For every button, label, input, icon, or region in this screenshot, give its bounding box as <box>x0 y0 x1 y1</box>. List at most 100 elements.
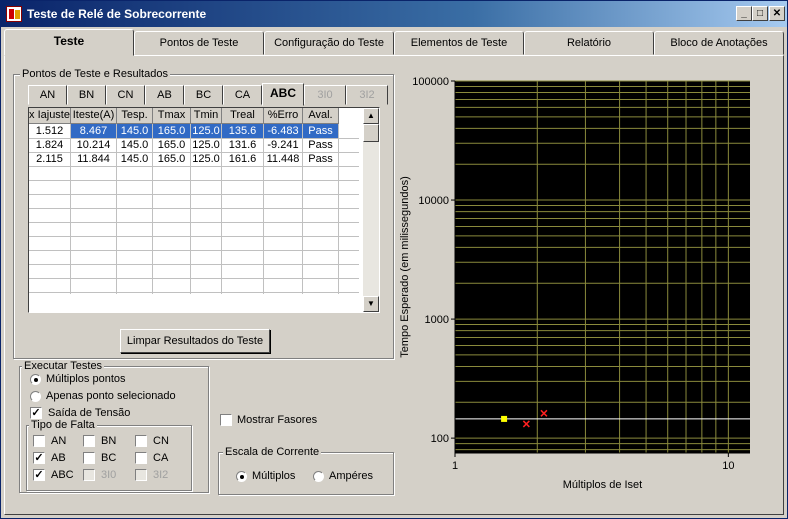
scale-amperes-radio[interactable] <box>313 471 324 482</box>
fault-type-title: Tipo de Falta <box>29 419 97 431</box>
fault-ab-checkbox[interactable]: ✓ <box>33 452 45 464</box>
fault-an-checkbox[interactable] <box>33 435 45 447</box>
fault-bc-checkbox[interactable] <box>83 452 95 464</box>
results-table[interactable]: x Iajuste Iteste(A) Tesp. Tmax Tmin Treal %Err… <box>28 107 380 313</box>
y-axis-label: Tempo Esperado (em milissegundos) <box>399 176 411 358</box>
execute-group: Executar Testes Múltiplos pontos Apenas … <box>19 360 209 493</box>
column-header[interactable]: x Iajuste <box>29 108 71 124</box>
x-tick-label: 10 <box>722 460 734 472</box>
fault-abc-checkbox[interactable]: ✓ <box>33 469 45 481</box>
tab-configuracao-do-teste[interactable]: Configuração do Teste <box>264 31 394 55</box>
table-cell: 125.0 <box>191 152 222 166</box>
current-scale-group: Escala de Corrente Múltiplos Ampéres <box>218 446 394 495</box>
fault-3i2-label: 3I2 <box>153 469 169 481</box>
x-axis-label: Múltiplos de Iset <box>563 479 642 491</box>
fault-bn-label: BN <box>101 435 117 447</box>
voltage-output-checkbox[interactable]: ✓ <box>30 407 42 419</box>
table-cell: 11.448 <box>264 152 303 166</box>
tab-teste[interactable]: Teste <box>4 29 134 56</box>
tab-elementos-de-teste[interactable]: Elementos de Teste <box>394 31 524 55</box>
subtab-3i2: 3I2 <box>346 85 388 105</box>
scale-multiples-label: Múltiplos <box>252 470 296 482</box>
fault-3i2-checkbox <box>135 469 147 481</box>
table-cell: 145.0 <box>117 124 153 138</box>
multi-points-radio[interactable] <box>30 374 41 385</box>
y-tick-label: 1000 <box>425 314 449 326</box>
show-phasors-checkbox[interactable] <box>220 414 232 426</box>
title-bar[interactable]: Teste de Relé de Sobrecorrente _ □ ✕ <box>1 1 787 27</box>
tab-bloco-de-anotacoes[interactable]: Bloco de Anotações <box>654 31 784 55</box>
subtab-ca[interactable]: CA <box>223 85 262 105</box>
fault-an-label: AN <box>51 435 67 447</box>
plot-area <box>455 81 750 453</box>
table-cell: -6.483 <box>264 124 303 138</box>
y-tick-label: 100 <box>431 433 449 445</box>
scroll-up-button[interactable]: ▲ <box>363 108 379 124</box>
grid-row-line <box>29 250 359 251</box>
single-point-label: Apenas ponto selecionado <box>46 390 176 402</box>
table-cell: Pass <box>303 138 339 152</box>
fault-ca-checkbox[interactable] <box>135 452 147 464</box>
app-window: Teste de Relé de Sobrecorrente _ □ ✕ Tes… <box>0 0 788 519</box>
table-cell: 131.6 <box>222 138 264 152</box>
subtab-bc[interactable]: BC <box>184 85 223 105</box>
table-cell: 8.467 <box>71 124 117 138</box>
column-header[interactable]: %Erro <box>264 108 303 124</box>
grid-row-line <box>29 194 359 195</box>
tab-relatorio[interactable]: Relatório <box>524 31 654 55</box>
y-tick-label: 100000 <box>412 76 449 88</box>
scroll-thumb[interactable] <box>363 124 379 142</box>
table-cell: 2.115 <box>29 152 71 166</box>
table-cell: 125.0 <box>191 124 222 138</box>
subtab-cn[interactable]: CN <box>106 85 145 105</box>
table-cell: 11.844 <box>71 152 117 166</box>
column-header[interactable]: Treal <box>222 108 264 124</box>
subtab-ab[interactable]: AB <box>145 85 184 105</box>
grid-row-line <box>29 236 359 237</box>
table-cell: 161.6 <box>222 152 264 166</box>
table-cell: 165.0 <box>153 152 191 166</box>
window-title: Teste de Relé de Sobrecorrente <box>27 7 207 21</box>
table-cell: 165.0 <box>153 124 191 138</box>
fault-cn-label: CN <box>153 435 169 447</box>
scroll-down-button[interactable]: ▼ <box>363 296 379 312</box>
column-header[interactable]: Tmax <box>153 108 191 124</box>
maximize-button[interactable]: □ <box>752 6 768 21</box>
table-cell: 165.0 <box>153 138 191 152</box>
fault-3i0-checkbox <box>83 469 95 481</box>
single-point-radio[interactable] <box>30 391 41 402</box>
grid-row-line <box>29 278 359 279</box>
tab-pontos-de-teste[interactable]: Pontos de Teste <box>134 31 264 55</box>
table-cell: Pass <box>303 152 339 166</box>
multi-points-label: Múltiplos pontos <box>46 373 126 385</box>
fault-bn-checkbox[interactable] <box>83 435 95 447</box>
grid-row-line <box>29 208 359 209</box>
minimize-button[interactable]: _ <box>736 6 752 21</box>
column-header[interactable]: Aval. <box>303 108 339 124</box>
show-phasors-label: Mostrar Fasores <box>237 414 318 426</box>
app-icon <box>6 6 22 22</box>
scale-multiples-radio[interactable] <box>236 471 247 482</box>
results-scrollbar[interactable]: ▲ ▼ <box>363 108 379 312</box>
table-cell: 1.824 <box>29 138 71 152</box>
fault-abc-label: ABC <box>51 469 74 481</box>
table-cell: 125.0 <box>191 138 222 152</box>
table-cell: 135.6 <box>222 124 264 138</box>
fault-ca-label: CA <box>153 452 169 464</box>
clear-results-button[interactable]: Limpar Resultados do Teste <box>120 329 270 353</box>
column-header[interactable]: Tmin <box>191 108 222 124</box>
phase-subtabs: AN BN CN AB BC CA ABC 3I0 3I2 <box>28 83 388 107</box>
grid-row-line <box>29 264 359 265</box>
fault-cn-checkbox[interactable] <box>135 435 147 447</box>
subtab-an[interactable]: AN <box>28 85 67 105</box>
table-cell: 145.0 <box>117 152 153 166</box>
table-cell: 145.0 <box>117 138 153 152</box>
close-button[interactable]: ✕ <box>769 6 785 21</box>
subtab-abc[interactable]: ABC <box>262 83 304 106</box>
column-header[interactable]: Iteste(A) <box>71 108 117 124</box>
grid-row-line <box>29 166 359 167</box>
subtab-bn[interactable]: BN <box>67 85 106 105</box>
column-header[interactable]: Tesp. <box>117 108 153 124</box>
table-cell: -9.241 <box>264 138 303 152</box>
grid-row-line <box>29 292 359 293</box>
